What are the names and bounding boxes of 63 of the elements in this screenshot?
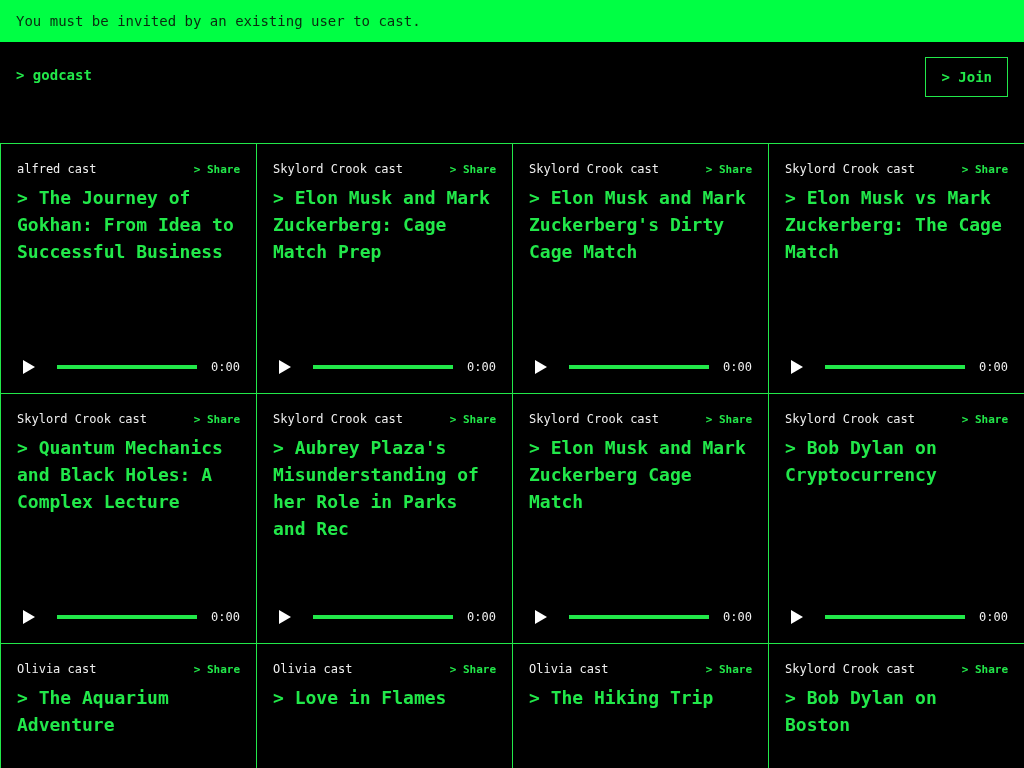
author-label: Skylord Crook cast [529,162,660,176]
share-link[interactable]: > Share [193,662,240,676]
author-label: Skylord Crook cast [785,662,916,676]
progress-track[interactable] [313,365,454,369]
play-icon [791,610,803,624]
cast-title[interactable]: > Love in Flames [273,684,496,711]
author-label: Skylord Crook cast [273,162,404,176]
play-icon [23,610,35,624]
cast-title[interactable]: > Elon Musk and Mark Zuckerberg Cage Match [529,434,752,515]
share-link[interactable]: > Share [449,412,496,426]
share-link[interactable]: > Share [193,412,240,426]
logo-link[interactable]: > godcast [16,67,92,83]
cast-title[interactable]: > Elon Musk and Mark Zuckerberg: Cage Match Prep [273,184,496,265]
author-label: alfred cast [17,162,97,176]
cast-title[interactable]: > Bob Dylan on Cryptocurrency [785,434,1008,488]
cast-title[interactable]: > Aubrey Plaza's Misunderstanding of her Role in Parks and Rec [273,434,496,542]
play-icon [535,610,547,624]
cast-title[interactable]: > Elon Musk vs Mark Zuckerberg: The Cage Match [785,184,1008,265]
cast-title[interactable]: > The Hiking Trip [529,684,752,711]
time-label: 0:00 [979,360,1008,374]
play-icon [791,360,803,374]
share-link[interactable]: > Share [449,162,496,176]
cast-title[interactable]: > Quantum Mechanics and Black Holes: A Complex Lecture [17,434,240,515]
time-label: 0:00 [467,360,496,374]
cast-title[interactable]: > Bob Dylan on Boston [785,684,1008,738]
join-button[interactable]: > Join [925,57,1008,97]
progress-track[interactable] [825,365,966,369]
cast-title[interactable]: > The Aquarium Adventure [17,684,240,738]
author-label: Olivia cast [273,662,353,676]
progress-track[interactable] [825,615,966,619]
play-icon [279,610,291,624]
play-icon [535,360,547,374]
time-label: 0:00 [723,360,752,374]
share-link[interactable]: > Share [961,162,1008,176]
cast-title[interactable]: > The Journey of Gokhan: From Idea to Successful Business [17,184,240,265]
author-label: Skylord Crook cast [273,412,404,426]
share-link[interactable]: > Share [705,412,752,426]
author-label: Skylord Crook cast [529,412,660,426]
play-icon [279,360,291,374]
author-label: Olivia cast [17,662,97,676]
progress-track[interactable] [569,615,710,619]
time-label: 0:00 [467,610,496,624]
progress-track[interactable] [57,615,198,619]
author-label: Skylord Crook cast [785,162,916,176]
author-label: Skylord Crook cast [17,412,148,426]
progress-track[interactable] [569,365,710,369]
progress-track[interactable] [57,365,198,369]
author-label: Skylord Crook cast [785,412,916,426]
share-link[interactable]: > Share [961,412,1008,426]
share-link[interactable]: > Share [961,662,1008,676]
play-icon [23,360,35,374]
progress-track[interactable] [313,615,454,619]
time-label: 0:00 [723,610,752,624]
time-label: 0:00 [211,360,240,374]
invite-banner: You must be invited by an existing user to cast. [0,0,1024,42]
author-label: Olivia cast [529,662,609,676]
share-link[interactable]: > Share [705,662,752,676]
time-label: 0:00 [211,610,240,624]
share-link[interactable]: > Share [193,162,240,176]
time-label: 0:00 [979,610,1008,624]
share-link[interactable]: > Share [449,662,496,676]
cast-title[interactable]: > Elon Musk and Mark Zuckerberg's Dirty Cage Match [529,184,752,265]
share-link[interactable]: > Share [705,162,752,176]
